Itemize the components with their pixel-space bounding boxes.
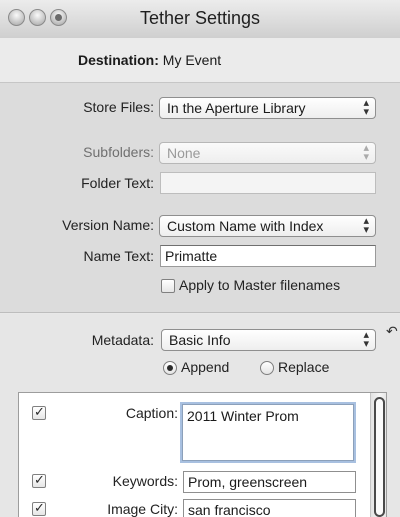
- store-files-value: In the Aperture Library: [167, 100, 306, 116]
- keywords-field[interactable]: Prom, greenscreen: [183, 471, 356, 493]
- apply-master-checkbox[interactable]: [161, 279, 175, 293]
- apply-master-label: Apply to Master filenames: [179, 277, 341, 293]
- metadata-fields-list[interactable]: Caption: 2011 Winter Prom Keywords: Prom…: [18, 392, 387, 517]
- up-down-arrows-icon: ▴ ▾: [363, 97, 369, 118]
- append-label: Append: [181, 359, 230, 375]
- version-name-label: Version Name:: [62, 217, 154, 233]
- revert-arrow-icon[interactable]: ↶: [386, 323, 398, 340]
- title-bar: Tether Settings: [0, 0, 400, 39]
- subfolders-label: Subfolders:: [83, 144, 154, 160]
- store-files-popup[interactable]: In the Aperture Library ▴ ▾: [159, 97, 376, 119]
- file-options-panel: Store Files: In the Aperture Library ▴ ▾ …: [0, 83, 400, 313]
- folder-text-field[interactable]: [160, 172, 376, 194]
- keywords-label: Keywords:: [112, 473, 178, 489]
- destination-label: Destination:: [78, 52, 159, 68]
- metadata-popup[interactable]: Basic Info ▴ ▾: [161, 329, 376, 351]
- folder-text-label: Folder Text:: [81, 175, 154, 191]
- up-down-arrows-icon: ▴ ▾: [363, 142, 369, 163]
- destination-value: My Event: [162, 52, 222, 68]
- keywords-checkbox[interactable]: [32, 472, 46, 488]
- subfolders-popup[interactable]: None ▴ ▾: [159, 142, 376, 164]
- metadata-value: Basic Info: [169, 332, 231, 348]
- scrollbar[interactable]: [370, 393, 386, 517]
- up-down-arrows-icon: ▴ ▾: [363, 215, 369, 236]
- caption-label: Caption:: [125, 405, 178, 421]
- replace-radio[interactable]: [260, 361, 274, 375]
- caption-checkbox[interactable]: [32, 404, 46, 420]
- append-radio[interactable]: [163, 361, 177, 375]
- name-text-label: Name Text:: [83, 248, 154, 264]
- name-text-field[interactable]: Primatte: [160, 245, 376, 267]
- destination-row: Destination: My Event: [78, 52, 221, 68]
- metadata-label: Metadata:: [91, 332, 154, 348]
- image-city-label: Image City:: [107, 501, 178, 517]
- scrollbar-thumb[interactable]: [374, 397, 385, 517]
- store-files-label: Store Files:: [83, 99, 154, 115]
- version-name-value: Custom Name with Index: [167, 218, 324, 234]
- replace-label: Replace: [278, 359, 330, 375]
- version-name-popup[interactable]: Custom Name with Index ▴ ▾: [159, 215, 376, 237]
- image-city-checkbox[interactable]: [32, 500, 46, 516]
- window-title: Tether Settings: [139, 8, 261, 28]
- image-city-field[interactable]: san francisco: [183, 499, 356, 517]
- destination-section: Destination: My Event: [0, 38, 400, 83]
- caption-textarea[interactable]: 2011 Winter Prom: [182, 404, 354, 461]
- up-down-arrows-icon: ▴ ▾: [363, 329, 369, 350]
- subfolders-value: None: [167, 145, 201, 161]
